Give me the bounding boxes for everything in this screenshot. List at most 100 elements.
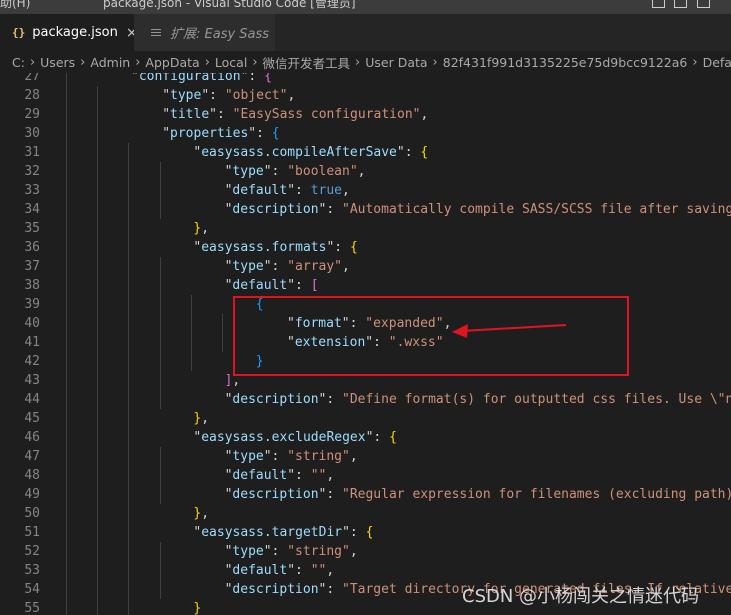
code-text: "type": "array", [225, 257, 350, 276]
code-token: { [264, 73, 272, 84]
code-text: }, [193, 219, 209, 238]
code-token: "array" [287, 259, 343, 274]
code-line[interactable]: 42} [0, 352, 731, 371]
code-line[interactable]: 40 "format": "expanded", [0, 314, 731, 333]
indent-guide [66, 409, 67, 428]
indent-guide [128, 295, 130, 314]
tab-label: package.json [32, 25, 118, 40]
indent-guide [159, 276, 161, 295]
breadcrumb-segment[interactable]: Admin [90, 55, 130, 70]
line-number: 33 [24, 183, 40, 198]
code-line[interactable]: 35}, [0, 219, 731, 238]
line-number: 44 [24, 392, 40, 407]
code-text: "default": "", [225, 561, 335, 580]
line-number: 27 [24, 73, 40, 84]
panel-toggle-icon[interactable] [674, 0, 687, 8]
indent-guide [97, 542, 99, 561]
code-line[interactable]: 52 "type": "string", [0, 542, 731, 561]
code-line[interactable]: 30 "properties": { [0, 124, 731, 143]
indent-guide [128, 162, 130, 181]
breadcrumb-separator-icon: › [252, 54, 258, 70]
code-token: , [287, 88, 296, 103]
indent-guide [97, 390, 99, 409]
code-token: type [170, 88, 202, 103]
tab-extension-easy-sass[interactable]: 扩展: Easy Sass [134, 14, 276, 51]
code-line[interactable]: 47 "type": "string", [0, 447, 731, 466]
breadcrumb-separator-icon: › [80, 54, 86, 70]
code-line[interactable]: 49 "description": "Regular expression for… [0, 485, 731, 504]
layout-toggle-icon[interactable] [652, 0, 665, 8]
menu-help[interactable]: 助(H) [0, 0, 30, 11]
breadcrumb-segment[interactable]: 微信开发者工具 [263, 53, 351, 72]
secondary-sidebar-toggle-icon[interactable] [697, 0, 710, 8]
code-token: easysass.excludeRegex [201, 430, 366, 445]
indent-guide [128, 504, 130, 523]
code-token: , [201, 411, 210, 426]
code-line[interactable]: 41 "extension": ".wxss" [0, 333, 731, 352]
code-token: " [131, 73, 139, 84]
code-line[interactable]: 38 "default": [ [0, 276, 731, 295]
code-editor[interactable]: 27 "configuration": {28 "type": "object", 2… [0, 73, 731, 615]
code-text: "easysass.formats": { [193, 238, 357, 257]
code-line[interactable]: 28 "type": "object", [0, 86, 731, 105]
code-line[interactable]: 45}, [0, 409, 731, 428]
indent-guide [128, 371, 130, 390]
line-number: 54 [24, 582, 40, 597]
code-line[interactable]: 44 "description": "Define format(s) for o… [0, 390, 731, 409]
code-line[interactable]: 32 "type": "boolean", [0, 162, 731, 181]
code-line[interactable]: 33 "default": true, [0, 181, 731, 200]
code-line[interactable]: 27 "configuration": { [0, 73, 731, 86]
indent-guide [128, 314, 130, 333]
line-number: 28 [24, 88, 40, 103]
indent-guide [97, 428, 99, 447]
code-token: ".wxss" [388, 335, 444, 350]
code-token: ": [396, 145, 421, 160]
code-line[interactable]: 53 "default": "", [0, 561, 731, 580]
breadcrumb-segment[interactable]: AppData [145, 55, 199, 70]
code-token: , [326, 468, 335, 483]
code-token: , [420, 107, 429, 122]
breadcrumb-segment[interactable]: User Data [365, 55, 427, 70]
code-line[interactable]: 36 "easysass.formats": { [0, 238, 731, 257]
indent-guide [222, 333, 223, 352]
code-token: easysass.formats [201, 240, 327, 255]
breadcrumb-separator-icon: › [692, 54, 698, 70]
line-number: 37 [24, 259, 40, 274]
breadcrumb-segment[interactable]: C: [12, 55, 25, 70]
code-text: "type": "object", [162, 86, 295, 105]
code-line[interactable]: 37 "type": "array", [0, 257, 731, 276]
indent-guide [66, 390, 67, 409]
code-token: , [342, 183, 350, 198]
breadcrumb-segment[interactable]: Default [703, 55, 731, 70]
code-token: title [170, 107, 210, 122]
code-line[interactable]: 34 "description": "Automatically compile … [0, 200, 731, 219]
breadcrumb-segment[interactable]: Local [215, 55, 247, 70]
code-line[interactable]: 31 "easysass.compileAfterSave": { [0, 143, 731, 162]
line-number: 55 [24, 601, 40, 615]
code-token: ": [318, 202, 342, 217]
code-line[interactable]: 39 { [0, 295, 731, 314]
line-number: 30 [24, 126, 40, 141]
code-line[interactable]: 50}, [0, 504, 731, 523]
indent-guide [128, 333, 130, 352]
code-text: }, [193, 504, 209, 523]
indent-guide [66, 371, 67, 390]
code-line[interactable]: 46 "easysass.excludeRegex": { [0, 428, 731, 447]
code-line[interactable]: 43], [0, 371, 731, 390]
indent-guide [97, 333, 99, 352]
tab-package-json[interactable]: {} package.json × [0, 14, 138, 51]
code-line[interactable]: 48 "default": "", [0, 466, 731, 485]
code-text: ], [225, 371, 241, 390]
indent-guide [159, 295, 161, 314]
code-token: { [365, 525, 374, 540]
code-text: "default": [ [225, 276, 319, 295]
breadcrumb-segment[interactable]: 82f431f991d3135225e75d9bcc9122a6 [443, 55, 688, 70]
code-token: ": [326, 240, 350, 255]
code-line[interactable]: 29 "title": "EasySass configuration", [0, 105, 731, 124]
indent-guide [97, 352, 99, 371]
indent-guide [97, 200, 99, 219]
breadcrumb-segment[interactable]: Users [40, 55, 75, 70]
code-token: ": [263, 449, 288, 464]
line-number: 34 [24, 202, 40, 217]
code-line[interactable]: 51 "easysass.targetDir": { [0, 523, 731, 542]
